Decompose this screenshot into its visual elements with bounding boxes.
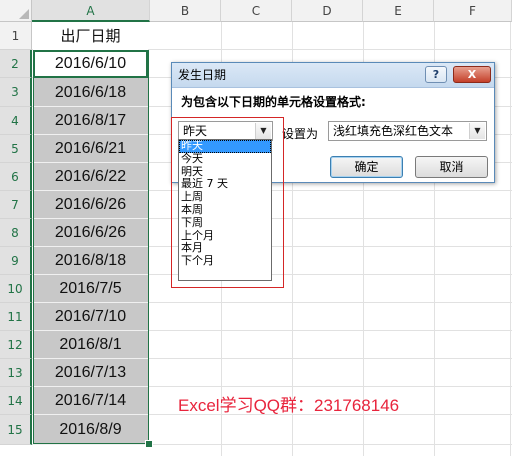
row-header[interactable]: 14 (0, 387, 32, 415)
row-header[interactable]: 15 (0, 415, 32, 445)
row-header[interactable]: 8 (0, 219, 32, 247)
row-header[interactable]: 11 (0, 303, 32, 331)
row-header[interactable]: 1 (0, 22, 32, 50)
select-all-button[interactable] (0, 0, 32, 22)
date-cell[interactable]: 2016/6/18 (33, 78, 148, 107)
chevron-down-icon[interactable]: ▼ (469, 123, 485, 139)
row-header[interactable]: 3 (0, 78, 32, 107)
row-header[interactable]: 2 (0, 50, 32, 78)
dropdown-option[interactable]: 今天 (179, 152, 271, 166)
help-button[interactable]: ? (425, 66, 447, 83)
date-cell[interactable]: 2016/7/14 (33, 387, 148, 415)
date-cell[interactable]: 2016/6/26 (33, 191, 148, 219)
dropdown-option[interactable]: 昨天 (179, 139, 271, 153)
set-as-label: 设置为 (282, 127, 319, 141)
date-cell[interactable]: 2016/8/1 (33, 331, 148, 359)
format-value: 浅红填充色深红色文本 (333, 124, 454, 138)
column-header-b[interactable]: B (150, 0, 221, 22)
row-header[interactable]: 10 (0, 275, 32, 303)
column-header-a[interactable]: A (32, 0, 150, 22)
date-cell[interactable]: 2016/6/26 (33, 219, 148, 247)
date-cell[interactable]: 2016/6/21 (33, 135, 148, 163)
row-header[interactable]: 5 (0, 135, 32, 163)
dropdown-option[interactable]: 下周 (179, 216, 271, 230)
dropdown-option[interactable]: 下个月 (179, 254, 271, 268)
date-period-dropdown-list: 昨天 今天 明天 最近 7 天上周 本周 下周 上个月 本月 下个月 (178, 139, 272, 281)
row-header[interactable]: 9 (0, 247, 32, 275)
row-header[interactable]: 13 (0, 359, 32, 387)
row-header[interactable]: 6 (0, 163, 32, 191)
row-header[interactable]: 7 (0, 191, 32, 219)
date-cell[interactable]: 2016/6/22 (33, 163, 148, 191)
row-header[interactable]: 12 (0, 331, 32, 359)
date-cell[interactable]: 2016/7/10 (33, 303, 148, 331)
fill-handle[interactable] (145, 440, 153, 448)
dialog-prompt: 为包含以下日期的单元格设置格式: (181, 95, 366, 109)
ok-button[interactable]: 确定 (330, 156, 403, 178)
date-cell[interactable]: 2016/8/9 (33, 415, 148, 445)
date-cell[interactable]: 2016/7/5 (33, 275, 148, 303)
column-header-c[interactable]: C (221, 0, 292, 22)
date-cell[interactable]: 2016/7/13 (33, 359, 148, 387)
cancel-button[interactable]: 取消 (415, 156, 488, 178)
dialog-titlebar: 发生日期 ? X (172, 63, 494, 88)
column-title-cell[interactable]: 出厂日期 (33, 22, 148, 50)
date-period-value: 昨天 (183, 124, 208, 138)
row-header[interactable]: 4 (0, 107, 32, 135)
column-header-f[interactable]: F (434, 0, 512, 22)
close-button[interactable]: X (453, 66, 491, 83)
dialog-title: 发生日期 (178, 68, 227, 82)
watermark-text: Excel学习QQ群：231768146 (178, 396, 400, 415)
column-header-e[interactable]: E (363, 0, 434, 22)
date-cell[interactable]: 2016/8/17 (33, 107, 148, 135)
date-period-select[interactable]: 昨天 ▼ (178, 121, 273, 141)
date-cell[interactable]: 2016/8/18 (33, 247, 148, 275)
format-select[interactable]: 浅红填充色深红色文本 ▼ (328, 121, 487, 141)
column-header-d[interactable]: D (292, 0, 363, 22)
dropdown-option[interactable]: 本周 (179, 203, 271, 217)
active-cell[interactable]: 2016/6/10 (33, 50, 148, 78)
chevron-down-icon[interactable]: ▼ (255, 123, 271, 139)
